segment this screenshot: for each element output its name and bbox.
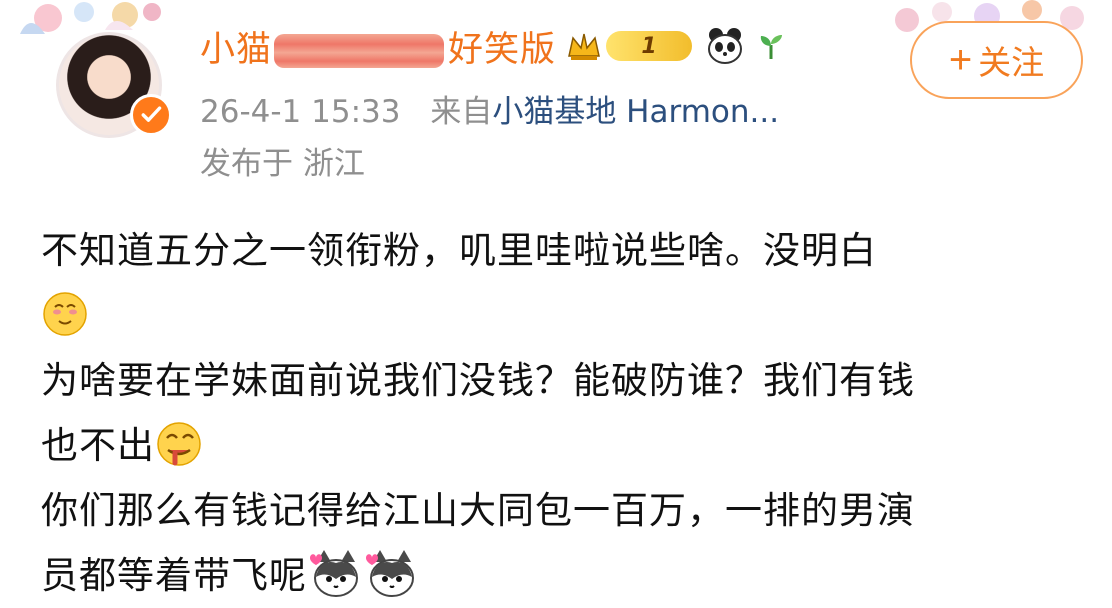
post-location: 发布于 浙江: [200, 146, 365, 182]
level-badge: 1: [606, 31, 693, 61]
level-number: 1: [641, 33, 657, 59]
source-link[interactable]: 小猫基地 Harmon...: [492, 94, 779, 130]
content-line-5: 员都等着带飞呢: [41, 554, 307, 597]
username-end[interactable]: 好笑版: [448, 30, 556, 70]
redacted-scribble: [274, 33, 445, 68]
crown-icon: [568, 33, 600, 60]
plus-icon: +: [948, 37, 973, 82]
follow-button[interactable]: + 关注: [910, 21, 1083, 99]
verified-badge-icon: [130, 94, 172, 136]
content-line-3: 也不出: [41, 424, 155, 467]
content-line-3-wrap: 也不出: [41, 413, 1081, 478]
blush-emoji: [43, 292, 87, 336]
content-line-1: 不知道五分之一领衔粉，叽里哇啦说些啥。没明白: [41, 229, 877, 272]
cat-emoji: [366, 550, 414, 597]
panda-icon: [708, 28, 743, 64]
follow-label: 关注: [978, 44, 1045, 81]
cat-emoji: [310, 550, 358, 597]
post-content: 不知道五分之一领衔粉，叽里哇啦说些啥。没明白 为啥要在学妹面前说我们没钱？能破防…: [41, 218, 1081, 608]
content-line-5-wrap: 员都等着带飞呢: [41, 543, 1081, 608]
post-timestamp: 26-4-1 15:33: [200, 94, 401, 130]
sprout-icon: [760, 35, 783, 59]
post-meta: 26-4-1 15:33 来自小猫基地 Harmon...: [200, 86, 779, 131]
content-line-2: 为啥要在学妹面前说我们没钱？能破防谁？我们有钱: [41, 359, 915, 402]
profile-avatar[interactable]: [40, 22, 175, 140]
content-line-4: 你们那么有钱记得给江山大同包一百万，一排的男演: [41, 489, 915, 532]
username-start[interactable]: 小猫: [200, 30, 272, 70]
drool-emoji: [157, 422, 201, 466]
content-emoji-line: [41, 283, 1081, 348]
username[interactable]: 小猫 好笑版: [200, 21, 556, 72]
user-info-row: 小猫 好笑版 1: [200, 20, 786, 72]
source-prefix: 来自: [430, 94, 493, 130]
